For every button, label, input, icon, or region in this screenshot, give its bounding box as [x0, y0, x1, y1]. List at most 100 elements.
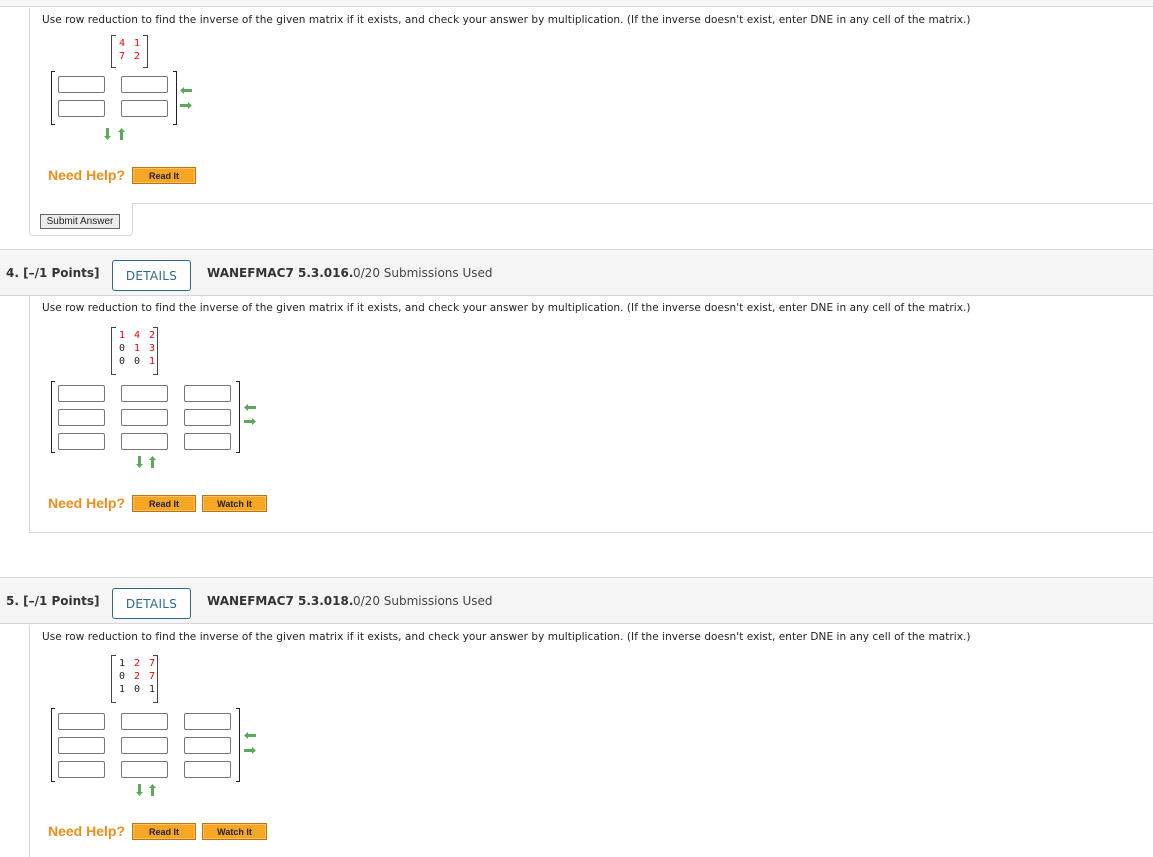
read-it-button[interactable]: Read It: [132, 495, 196, 512]
given-matrix-cells: 142013001: [119, 329, 155, 368]
watch-it-button[interactable]: Watch It: [202, 823, 267, 840]
given-matrix-entry: 0: [134, 356, 141, 367]
given-matrix-entry: 7: [149, 671, 156, 682]
given-matrix-entry: 1: [149, 684, 156, 695]
question-4-prompt: Use row reduction to find the inverse of…: [42, 302, 971, 314]
given-matrix-cells: 4172: [119, 37, 140, 63]
submit-answer-button[interactable]: Submit Answer: [40, 214, 120, 229]
question-5-details-button[interactable]: DETAILS: [112, 588, 191, 619]
question-5-header: 5. [–/1 Points] DETAILS WANEFMAC7 5.3.01…: [0, 577, 1153, 624]
divider: [132, 203, 1153, 204]
given-matrix-entry: 1: [119, 330, 126, 341]
col-add-up-arrow-icon[interactable]: [148, 784, 157, 796]
bracket-left: [111, 35, 116, 68]
need-help-label: Need Help?: [48, 495, 126, 511]
answer-cell-r1-c1[interactable]: [58, 385, 105, 402]
bracket-left: [51, 381, 55, 453]
question-4-submissions: 0/20 Submissions Used: [353, 266, 493, 280]
answer-cell-r1-c1[interactable]: [58, 76, 105, 93]
bracket-left: [51, 71, 55, 125]
given-matrix-entry: 1: [119, 658, 126, 669]
answer-cell-r2-c1[interactable]: [58, 737, 105, 754]
question-4-id: WANEFMAC7 5.3.016.: [207, 266, 354, 280]
col-add-up-arrow-icon[interactable]: [148, 456, 157, 468]
answer-cell-r1-c2[interactable]: [121, 385, 168, 402]
bracket-left: [111, 327, 116, 375]
row-add-right-arrow-icon[interactable]: [244, 417, 256, 426]
given-matrix-entry: 0: [134, 684, 141, 695]
row-add-left-arrow-icon[interactable]: [180, 86, 192, 95]
given-matrix-entry: 7: [119, 51, 126, 62]
answer-cell-r2-c3[interactable]: [184, 737, 231, 754]
row-add-left-arrow-icon[interactable]: [244, 731, 256, 740]
answer-cell-r2-c2[interactable]: [121, 409, 168, 426]
watch-it-button[interactable]: Watch It: [202, 495, 267, 512]
question-5-prompt: Use row reduction to find the inverse of…: [42, 631, 971, 643]
bracket-right: [173, 71, 177, 125]
question-4-header: 4. [–/1 Points] DETAILS WANEFMAC7 5.3.01…: [0, 249, 1153, 296]
question-5-submissions: 0/20 Submissions Used: [353, 594, 493, 608]
given-matrix-entry: 4: [134, 330, 141, 341]
answer-cell-r2-c2[interactable]: [121, 100, 168, 117]
previous-question-divider: [0, 0, 1153, 7]
need-help-label: Need Help?: [48, 167, 126, 183]
col-add-down-arrow-icon[interactable]: [135, 456, 144, 468]
row-add-right-arrow-icon[interactable]: [180, 101, 192, 110]
given-matrix-entry: 2: [134, 658, 141, 669]
given-matrix-entry: 1: [134, 343, 141, 354]
answer-cell-r1-c2[interactable]: [121, 76, 168, 93]
answer-cell-r3-c2[interactable]: [121, 433, 168, 450]
given-matrix-entry: 1: [149, 356, 156, 367]
row-add-right-arrow-icon[interactable]: [244, 746, 256, 755]
answer-cell-r3-c1[interactable]: [58, 433, 105, 450]
given-matrix: 142013001: [111, 327, 158, 375]
given-matrix-entry: 3: [149, 343, 156, 354]
bracket-right: [143, 35, 148, 68]
given-matrix-entry: 1: [134, 38, 141, 49]
need-help-label: Need Help?: [48, 823, 126, 839]
question-3-prompt: Use row reduction to find the inverse of…: [42, 14, 971, 26]
question-5-id: WANEFMAC7 5.3.018.: [207, 594, 354, 608]
answer-cell-r2-c1[interactable]: [58, 409, 105, 426]
question-3-body: Use row reduction to find the inverse of…: [29, 8, 1153, 204]
read-it-button[interactable]: Read It: [132, 823, 196, 840]
given-matrix-entry: 0: [119, 671, 126, 682]
question-5-points: 5. [–/1 Points]: [6, 594, 100, 608]
bracket-left: [111, 655, 116, 703]
answer-cell-r3-c3[interactable]: [184, 433, 231, 450]
row-add-left-arrow-icon[interactable]: [244, 403, 256, 412]
read-it-button[interactable]: Read It: [132, 167, 196, 184]
given-matrix-entry: 1: [119, 684, 126, 695]
answer-cell-r3-c1[interactable]: [58, 761, 105, 778]
given-matrix: 127027101: [111, 655, 158, 703]
col-add-down-arrow-icon[interactable]: [135, 784, 144, 796]
given-matrix-entry: 0: [119, 356, 126, 367]
bracket-right: [236, 381, 240, 453]
answer-cell-r1-c3[interactable]: [184, 385, 231, 402]
given-matrix-entry: 2: [134, 671, 141, 682]
answer-matrix: [51, 708, 240, 782]
answer-matrix: [51, 381, 240, 453]
answer-cell-r1-c2[interactable]: [121, 713, 168, 730]
question-4-points: 4. [–/1 Points]: [6, 266, 100, 280]
given-matrix-entry: 2: [134, 51, 141, 62]
question-4-details-button[interactable]: DETAILS: [112, 260, 191, 291]
answer-cell-r2-c2[interactable]: [121, 737, 168, 754]
given-matrix-entry: 4: [119, 38, 126, 49]
bracket-right: [236, 708, 240, 782]
given-matrix-entry: 7: [149, 658, 156, 669]
answer-cell-r1-c1[interactable]: [58, 713, 105, 730]
answer-matrix: [51, 71, 177, 125]
answer-cell-r1-c3[interactable]: [184, 713, 231, 730]
given-matrix-entry: 0: [119, 343, 126, 354]
answer-cell-r3-c3[interactable]: [184, 761, 231, 778]
col-add-up-arrow-icon[interactable]: [117, 128, 126, 140]
bracket-left: [51, 708, 55, 782]
given-matrix-cells: 127027101: [119, 657, 155, 696]
given-matrix: 4172: [111, 35, 148, 68]
given-matrix-entry: 2: [149, 330, 156, 341]
answer-cell-r2-c3[interactable]: [184, 409, 231, 426]
col-add-down-arrow-icon[interactable]: [103, 128, 112, 140]
answer-cell-r2-c1[interactable]: [58, 100, 105, 117]
answer-cell-r3-c2[interactable]: [121, 761, 168, 778]
